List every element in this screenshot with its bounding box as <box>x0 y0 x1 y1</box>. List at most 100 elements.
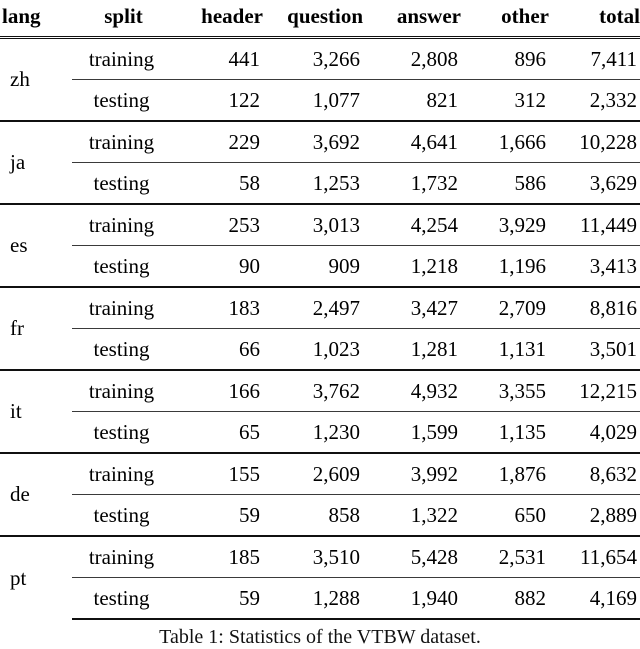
cell-answer: 1,322 <box>410 502 458 527</box>
cell-other: 1,876 <box>461 452 549 495</box>
cell-answer: 4,254 <box>363 203 461 246</box>
table-header-row: lang split header question answer other … <box>0 0 640 39</box>
cell-answer: 4,641 <box>363 120 461 163</box>
table-body: zh training 441 3,266 2,808 896 7,411 testing 12… <box>0 36 640 620</box>
column-header-split: split <box>72 0 175 39</box>
cell-header: 166 <box>175 369 263 412</box>
cell-question: 3,762 <box>263 369 363 412</box>
cell-header: 65 <box>239 419 260 444</box>
cell-other: 2,709 <box>461 286 549 329</box>
table-row: it training 166 3,762 4,932 3,355 12,215 <box>0 369 640 453</box>
cell-other: 1,135 <box>498 419 546 444</box>
cell-question: 2,497 <box>263 286 363 329</box>
table-row: testing 90 909 1,218 1,196 3,413 <box>0 246 640 288</box>
cell-header: 441 <box>175 36 263 80</box>
cell-header: 155 <box>175 452 263 495</box>
cell-other: 1,131 <box>498 336 546 361</box>
table-row: fr training 183 2,497 3,427 2,709 8,816 <box>0 286 640 370</box>
cell-header: 229 <box>175 120 263 163</box>
cell-question: 1,230 <box>312 419 360 444</box>
cell-split: testing <box>93 502 150 527</box>
cell-split: training <box>72 36 175 80</box>
table-row: zh training 441 3,266 2,808 896 7,411 <box>0 36 640 121</box>
column-header-lang: lang <box>0 0 72 39</box>
cell-answer: 3,992 <box>363 452 461 495</box>
cell-header: 122 <box>228 87 261 112</box>
cell-split: testing <box>72 577 175 620</box>
cell-header: 183 <box>175 286 263 329</box>
cell-other: 312 <box>514 87 547 112</box>
cell-header: 253 <box>175 203 263 246</box>
cell-total: 12,215 <box>549 369 640 412</box>
cell-header: 66 <box>239 336 260 361</box>
table-row: testing 65 1,230 1,599 1,135 4,029 <box>0 412 640 454</box>
column-header-question: question <box>263 0 363 39</box>
cell-header: 59 <box>175 577 263 620</box>
cell-total: 4,169 <box>549 577 640 620</box>
cell-question: 1,023 <box>312 336 360 361</box>
cell-split: training <box>72 452 175 495</box>
cell-answer: 5,428 <box>363 535 461 578</box>
cell-lang: ja <box>0 120 72 204</box>
cell-answer: 1,732 <box>410 170 458 195</box>
cell-split: training <box>72 286 175 329</box>
cell-question: 2,609 <box>263 452 363 495</box>
table-row: testing 66 1,023 1,281 1,131 3,501 <box>0 329 640 371</box>
table-row: pt training 185 3,510 5,428 2,531 11,654 <box>0 535 640 619</box>
cell-lang: it <box>0 369 72 453</box>
cell-total: 10,228 <box>549 120 640 163</box>
cell-other: 3,355 <box>461 369 549 412</box>
cell-total: 2,889 <box>589 502 637 527</box>
cell-total: 11,654 <box>549 535 640 578</box>
cell-total: 4,029 <box>589 419 637 444</box>
cell-other: 2,531 <box>461 535 549 578</box>
cell-other: 650 <box>514 502 547 527</box>
cell-answer: 1,218 <box>410 253 458 278</box>
cell-header: 59 <box>239 502 260 527</box>
cell-answer: 1,281 <box>410 336 458 361</box>
cell-total: 11,449 <box>549 203 640 246</box>
cell-answer: 1,599 <box>410 419 458 444</box>
cell-question: 1,077 <box>312 87 360 112</box>
cell-header: 90 <box>239 253 260 278</box>
table-row: testing 58 1,253 1,732 586 3,629 <box>0 163 640 205</box>
cell-total: 8,816 <box>549 286 640 329</box>
cell-answer: 821 <box>426 87 459 112</box>
cell-other: 896 <box>461 36 549 80</box>
cell-total: 2,332 <box>589 87 637 112</box>
statistics-table: lang split header question answer other … <box>0 0 640 620</box>
cell-question: 3,266 <box>263 36 363 80</box>
table-row: testing 59 1,288 1,940 882 4,169 <box>0 577 640 620</box>
cell-split: training <box>72 369 175 412</box>
cell-question: 3,510 <box>263 535 363 578</box>
cell-question: 909 <box>328 253 361 278</box>
cell-total: 7,411 <box>549 36 640 80</box>
cell-header: 185 <box>175 535 263 578</box>
table-figure: lang split header question answer other … <box>0 0 640 648</box>
table-row: testing 59 858 1,322 650 2,889 <box>0 495 640 537</box>
column-header-header: header <box>175 0 263 39</box>
cell-question: 1,253 <box>312 170 360 195</box>
cell-split: training <box>72 203 175 246</box>
table-row: es training 253 3,013 4,254 3,929 11,449 <box>0 203 640 287</box>
cell-answer: 4,932 <box>363 369 461 412</box>
cell-other: 882 <box>461 577 549 620</box>
table-header: lang split header question answer other … <box>0 0 640 39</box>
cell-lang: zh <box>0 36 72 121</box>
table-row: testing 122 1,077 821 312 2,332 <box>0 80 640 122</box>
table-row: ja training 229 3,692 4,641 1,666 10,228 <box>0 120 640 204</box>
cell-total: 3,413 <box>589 253 637 278</box>
cell-split: training <box>72 120 175 163</box>
column-header-total: total <box>549 0 640 39</box>
cell-other: 1,196 <box>498 253 546 278</box>
cell-total: 3,629 <box>589 170 637 195</box>
cell-split: testing <box>93 253 150 278</box>
table-row: de training 155 2,609 3,992 1,876 8,632 <box>0 452 640 536</box>
cell-answer: 1,940 <box>363 577 461 620</box>
cell-header: 58 <box>239 170 260 195</box>
cell-lang: de <box>0 452 72 536</box>
cell-question: 3,692 <box>263 120 363 163</box>
cell-answer: 3,427 <box>363 286 461 329</box>
cell-answer: 2,808 <box>363 36 461 80</box>
cell-other: 1,666 <box>461 120 549 163</box>
